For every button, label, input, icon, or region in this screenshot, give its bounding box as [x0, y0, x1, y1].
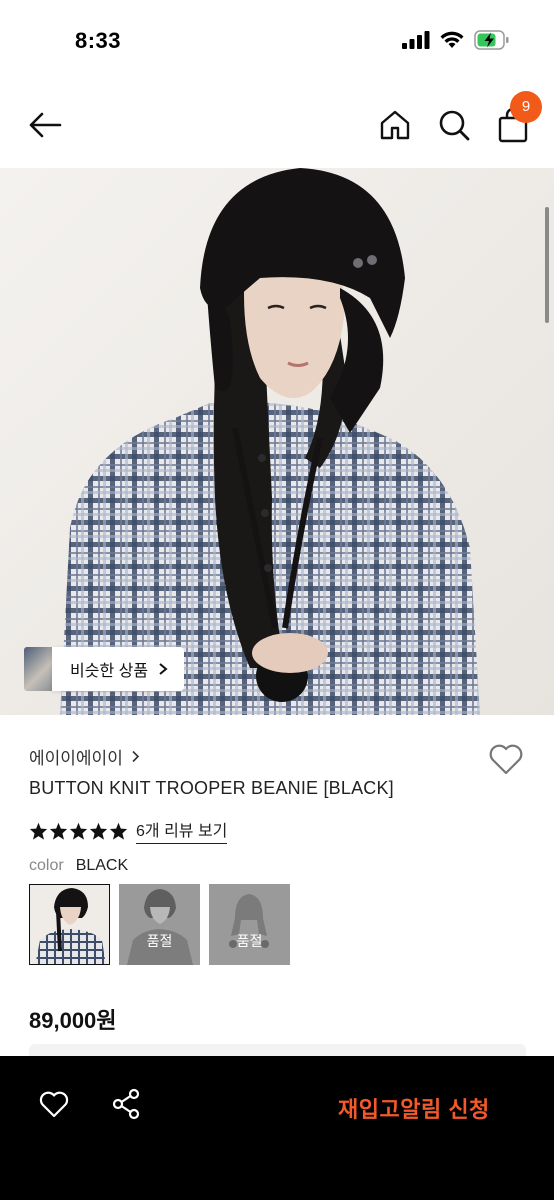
swatch-3-thumbnail: [209, 884, 290, 965]
star-icon: [109, 822, 128, 840]
status-icons: [402, 30, 510, 50]
swatch-black-thumbnail: [30, 885, 109, 964]
swatch-black[interactable]: [29, 884, 110, 965]
color-swatches: 품절 품절: [29, 884, 290, 965]
home-icon[interactable]: [378, 108, 412, 142]
product-hero-image[interactable]: [0, 168, 554, 715]
product-price: 89,000원: [29, 1008, 117, 1033]
product-photo: [0, 168, 554, 715]
sold-out-label: 품절: [236, 933, 263, 949]
bottom-action-bar: 재입고알림 신청: [0, 1056, 554, 1200]
chevron-right-icon: [132, 750, 139, 763]
rating-row: 6개 리뷰 보기: [29, 817, 228, 844]
image-scroll-indicator: [545, 207, 549, 323]
swatch-soldout-3[interactable]: 품절: [209, 884, 290, 965]
star-icon: [49, 822, 68, 840]
navigation-bar: [0, 80, 554, 168]
status-bar: 8:33: [0, 0, 554, 80]
color-label: color: [29, 857, 64, 874]
restock-alert-button[interactable]: 재입고알림 신청: [338, 1092, 490, 1124]
chevron-right-icon: [159, 663, 168, 675]
star-icon: [29, 822, 48, 840]
similar-products-thumbnail: [24, 647, 52, 691]
swatch-soldout-2[interactable]: 품절: [119, 884, 200, 965]
rating-stars: [29, 822, 128, 840]
star-icon: [69, 822, 88, 840]
wifi-icon: [440, 31, 464, 48]
brand-link[interactable]: 에이이에이이: [29, 744, 140, 769]
battery-charging-icon: [474, 30, 509, 50]
brand-name: 에이이에이이: [29, 749, 123, 768]
cart-count-badge: 9: [510, 91, 542, 123]
star-icon: [89, 822, 108, 840]
product-name: BUTTON KNIT TROOPER BEANIE [BLACK]: [29, 778, 394, 798]
search-icon[interactable]: [437, 108, 471, 142]
wishlist-heart-icon[interactable]: [487, 742, 525, 776]
color-value: BLACK: [75, 857, 129, 874]
similar-products-button[interactable]: 비슷한 상품: [24, 647, 185, 691]
color-row: color BLACK: [29, 857, 128, 875]
similar-products-label: 비슷한 상품: [70, 663, 149, 680]
status-time: 8:33: [75, 28, 122, 53]
sold-out-label: 품절: [146, 933, 173, 949]
wishlist-heart-icon[interactable]: [38, 1089, 70, 1119]
similar-products-label-box: 비슷한 상품: [52, 647, 185, 691]
cellular-signal-icon: [402, 31, 430, 49]
share-icon[interactable]: [111, 1088, 141, 1120]
view-reviews-link[interactable]: 6개 리뷰 보기: [136, 817, 228, 844]
swatch-2-thumbnail: [119, 884, 200, 965]
back-arrow-icon[interactable]: [26, 108, 64, 142]
